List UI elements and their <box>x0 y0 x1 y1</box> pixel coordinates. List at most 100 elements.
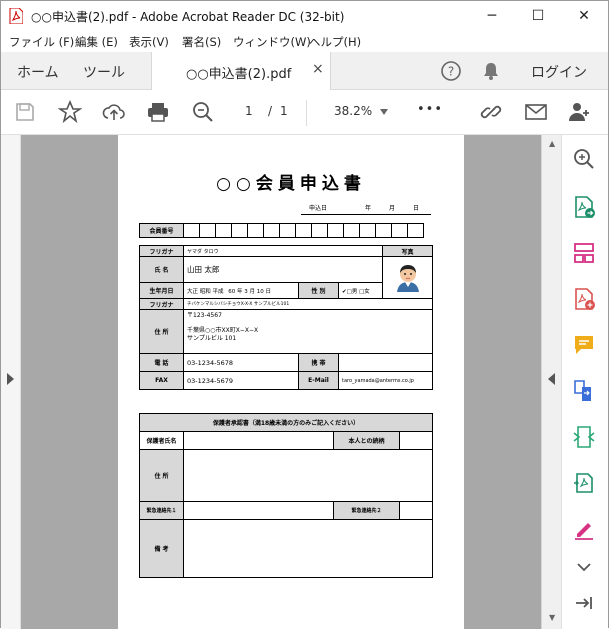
toolbar-divider <box>306 100 307 126</box>
window-title: ○○申込書(2).pdf - Adobe Acrobat Reader DC (… <box>31 10 345 24</box>
minimize-button[interactable]: ─ <box>469 1 515 31</box>
tab-tools[interactable]: ツール <box>83 62 125 82</box>
emergency2-label: 緊急連絡先２ <box>333 501 400 520</box>
fax-label: FAX <box>139 371 184 390</box>
menu-bar: ファイル (F) 編集 (E) 表示(V) 署名(S) ウィンドウ(W) ヘルプ… <box>1 31 608 52</box>
login-button[interactable]: ログイン <box>531 62 587 82</box>
photo-label: 写真 <box>382 245 433 257</box>
checkmark-icon: ✔ <box>342 288 347 295</box>
acrobat-window: ○○申込書(2).pdf - Adobe Acrobat Reader DC (… <box>0 0 609 629</box>
birthdate-label: 生年月日 <box>139 282 184 299</box>
photo-cell <box>382 256 433 299</box>
member-number-table: 会員番号 <box>139 223 424 238</box>
era-options: 大正 昭和 平成 <box>187 288 224 295</box>
link-icon[interactable] <box>479 100 503 124</box>
menu-edit[interactable]: 編集 (E) <box>75 34 118 50</box>
menu-file[interactable]: ファイル (F) <box>9 34 74 50</box>
furigana-label: フリガナ <box>139 245 184 257</box>
tab-bar: ホーム ツール ○○申込書(2).pdf × ? ログイン <box>1 52 608 90</box>
add-user-icon[interactable] <box>567 100 591 124</box>
address-line1: 千葉県○○市XX町X−X−X <box>187 327 259 334</box>
organize-pages-icon[interactable] <box>572 241 596 265</box>
tab-document[interactable]: ○○申込書(2).pdf × <box>151 52 331 90</box>
maximize-button[interactable]: ☐ <box>515 1 561 31</box>
relation-label: 本人との続柄 <box>333 431 400 450</box>
more-tools-chevron-down-icon[interactable] <box>572 555 596 579</box>
email-value: taro_yamada@anterms.co.jp <box>338 371 433 390</box>
page-total: 1 <box>280 104 288 118</box>
svg-text:?: ? <box>448 65 454 79</box>
enhance-scan-icon[interactable] <box>572 147 596 171</box>
name-value: 山田 太郎 <box>183 256 383 283</box>
content-area: ○○会員申込書 申込日 年 月 日 会員番号 フリガナ ヤマダ タロウ 写真 氏… <box>1 135 608 629</box>
gender-label: 性 別 <box>298 282 340 299</box>
birth-value: 60 年 3 月 10 日 <box>228 288 271 295</box>
furigana-value: ヤマダ タロウ <box>183 245 383 257</box>
day-label: 日 <box>413 205 420 212</box>
document-viewport[interactable]: ○○会員申込書 申込日 年 月 日 会員番号 フリガナ ヤマダ タロウ 写真 氏… <box>21 135 541 629</box>
print-icon[interactable] <box>146 100 170 124</box>
name-label: 氏 名 <box>139 256 184 283</box>
cloud-upload-icon[interactable] <box>102 100 126 124</box>
email-envelope-icon[interactable] <box>524 100 548 124</box>
application-date-line: 申込日 年 月 日 <box>301 199 431 215</box>
combine-files-icon[interactable] <box>572 379 596 403</box>
collapse-right-arrow-icon[interactable] <box>548 373 555 385</box>
year-label: 年 <box>365 205 372 212</box>
address-value: 〒123-4567 千葉県○○市XX町X−X−X サンプルビル 101 <box>183 309 433 354</box>
export-convert-icon[interactable] <box>572 471 596 495</box>
menu-view[interactable]: 表示(V) <box>129 34 169 50</box>
left-panel-toggle[interactable] <box>1 135 21 629</box>
applicant-table: フリガナ ヤマダ タロウ 写真 氏 名 山田 太郎 生年月日 大正 昭和 平成 … <box>139 245 433 390</box>
address-line2: サンプルビル 101 <box>187 335 237 342</box>
tab-home[interactable]: ホーム <box>17 62 59 82</box>
page-number-input[interactable]: 1 <box>245 104 253 118</box>
guardian-name-label: 保護者氏名 <box>139 431 184 450</box>
phone-label: 電 話 <box>139 353 184 372</box>
bookmark-star-icon[interactable] <box>58 100 82 124</box>
menu-window[interactable]: ウィンドウ(W) <box>233 34 311 50</box>
create-pdf-icon[interactable] <box>572 287 596 311</box>
postal-code: 〒123-4567 <box>187 312 222 319</box>
close-window-button[interactable]: ✕ <box>561 1 607 31</box>
expand-left-arrow-icon[interactable] <box>7 373 14 385</box>
page-separator: / <box>268 104 273 118</box>
pdf-page: ○○会員申込書 申込日 年 月 日 会員番号 フリガナ ヤマダ タロウ 写真 氏… <box>118 135 464 629</box>
fax-value: 03-1234-5679 <box>182 371 300 390</box>
notification-bell-icon[interactable] <box>480 60 502 82</box>
comment-icon[interactable] <box>572 333 596 357</box>
right-panel-collapse-strip[interactable]: ▲ ▼ <box>541 135 561 629</box>
title-bar: ○○申込書(2).pdf - Adobe Acrobat Reader DC (… <box>1 1 608 31</box>
address-label: 住 所 <box>139 309 184 354</box>
guardian-header: 保護者承認書（満18歳未満の方のみご記入ください） <box>139 413 433 432</box>
menu-sign[interactable]: 署名(S) <box>182 34 221 50</box>
fill-sign-pen-icon[interactable] <box>572 517 596 541</box>
mobile-label: 携 帯 <box>298 353 340 372</box>
address-furigana-value: チバケンマルシバシチョウX-X-X サンプルビル101 <box>183 298 433 310</box>
more-tools-button[interactable]: ••• <box>417 102 443 117</box>
apply-date-label: 申込日 <box>309 205 328 212</box>
phone-value: 03-1234-5678 <box>182 353 300 372</box>
emergency1-label: 緊急連絡先１ <box>139 501 184 520</box>
email-label: E-Mail <box>298 371 340 390</box>
month-label: 月 <box>389 205 396 212</box>
collapse-pane-icon[interactable] <box>572 591 596 615</box>
menu-help[interactable]: ヘルプ(H) <box>309 34 361 50</box>
zoom-level-select[interactable]: 38.2% <box>334 104 372 118</box>
form-title: ○○会員申込書 <box>216 174 366 194</box>
person-avatar-icon <box>396 264 419 292</box>
save-icon[interactable] <box>13 100 37 124</box>
document-tab-label: ○○申込書(2).pdf <box>186 67 292 82</box>
export-pdf-icon[interactable] <box>572 195 596 219</box>
toolbar: 1 / 1 38.2% ••• <box>1 90 608 135</box>
gender-options: ✔□男 □女 <box>338 282 383 299</box>
scroll-down-arrow-icon[interactable]: ▼ <box>549 613 555 622</box>
help-icon[interactable]: ? <box>440 60 462 82</box>
chevron-down-icon[interactable] <box>380 109 388 115</box>
compress-pdf-icon[interactable] <box>572 425 596 449</box>
zoom-search-icon[interactable] <box>191 100 215 124</box>
guardian-table: 保護者承認書（満18歳未満の方のみご記入ください） 保護者氏名 本人との続柄 住… <box>139 413 433 578</box>
member-number-label: 会員番号 <box>139 223 184 238</box>
close-tab-button[interactable]: × <box>312 61 324 77</box>
scroll-up-arrow-icon[interactable]: ▲ <box>549 139 555 148</box>
